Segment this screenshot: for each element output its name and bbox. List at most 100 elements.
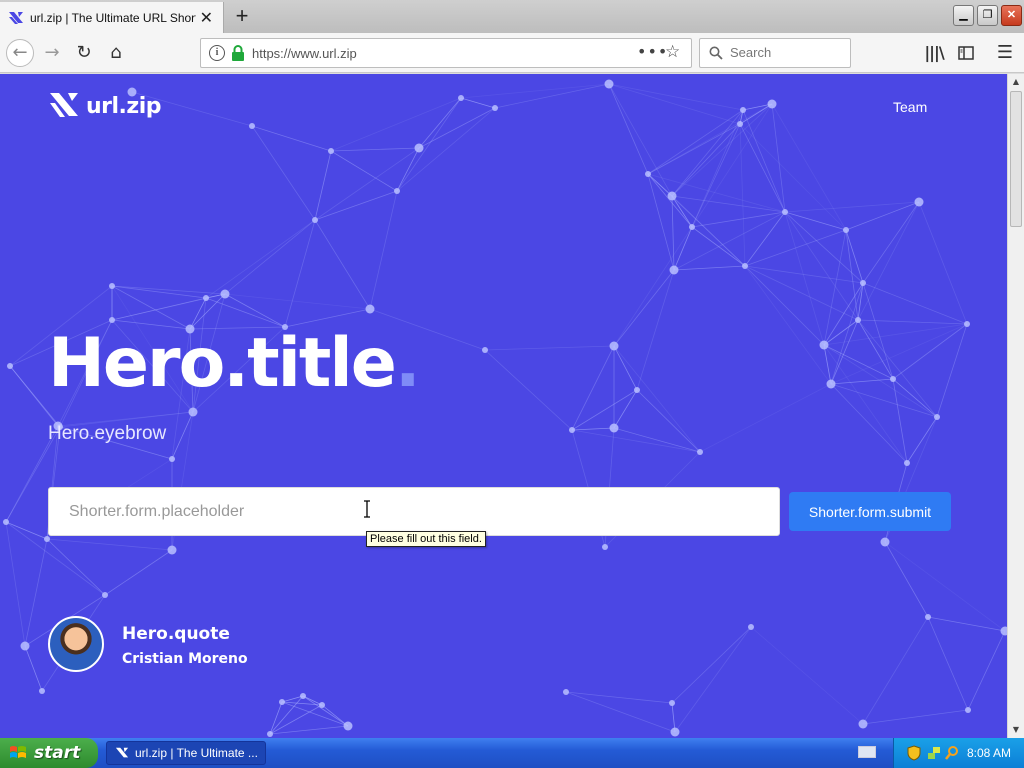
network-node (203, 295, 209, 301)
network-node (7, 363, 13, 369)
network-node (365, 304, 375, 314)
tab-close-icon[interactable]: ✕ (200, 8, 213, 28)
network-line (330, 97, 462, 152)
logo-mark-icon (50, 93, 78, 117)
network-node (880, 537, 890, 547)
network-line (284, 219, 316, 328)
network-line (750, 626, 864, 725)
page-actions-icon[interactable]: ••• (637, 42, 668, 61)
network-node (569, 427, 575, 433)
network-line (571, 427, 615, 431)
text-cursor-icon (364, 500, 370, 518)
browser-title-bar: url.zip | The Ultimate URL Shorten ✕ + ▁… (0, 0, 1024, 33)
hero-eyebrow: Hero.eyebrow (48, 423, 167, 444)
browser-tab[interactable]: url.zip | The Ultimate URL Shorten ✕ (0, 2, 224, 33)
network-icon[interactable] (926, 745, 942, 761)
back-button[interactable]: ← (6, 39, 34, 67)
scroll-thumb[interactable] (1010, 91, 1022, 227)
network-node (689, 224, 695, 230)
network-line (111, 285, 191, 330)
network-node (742, 263, 748, 269)
home-button[interactable]: ⌂ (102, 39, 130, 67)
browser-search-input[interactable] (730, 45, 845, 60)
new-tab-button[interactable]: + (230, 3, 254, 29)
reload-button[interactable]: ↻ (70, 39, 98, 67)
network-line (5, 521, 48, 540)
network-line (671, 103, 773, 197)
network-node (609, 423, 619, 433)
network-line (608, 83, 649, 175)
window-restore-button[interactable]: ❐ (977, 5, 998, 26)
scroll-up-arrow-icon[interactable]: ▲ (1008, 74, 1024, 90)
start-button[interactable]: start (0, 738, 98, 768)
url-zip-task-icon (115, 747, 129, 758)
sidebar-toggle-icon[interactable] (952, 39, 980, 67)
network-node (249, 123, 255, 129)
network-line (823, 344, 938, 418)
network-node (964, 321, 970, 327)
network-node (669, 700, 675, 706)
nav-team-link[interactable]: Team (893, 99, 927, 115)
network-line (613, 345, 638, 391)
network-line (739, 123, 786, 213)
site-logo[interactable]: url.zip (48, 90, 162, 122)
network-node (737, 121, 743, 127)
library-icon[interactable]: |||\ (920, 39, 948, 67)
network-line (673, 226, 693, 271)
network-node (670, 727, 680, 737)
network-line (699, 383, 832, 453)
network-node (819, 340, 829, 350)
network-node (740, 107, 746, 113)
network-line (744, 229, 847, 267)
security-shield-icon[interactable] (906, 745, 922, 761)
network-node (328, 148, 334, 154)
tray-search-icon[interactable] (944, 745, 960, 761)
network-line (823, 344, 832, 385)
network-line (269, 695, 304, 735)
network-node (782, 209, 788, 215)
address-bar[interactable]: i https://www.url.zip ••• ☆ (200, 38, 692, 68)
task-item-label: url.zip | The Ultimate ... (135, 746, 258, 760)
network-line (857, 319, 968, 325)
avatar (48, 616, 104, 672)
shorten-submit-button[interactable]: Shorter.form.submit (789, 492, 951, 531)
network-node (767, 99, 777, 109)
hero-title-dot: . (394, 324, 421, 403)
network-line (251, 125, 316, 221)
validation-tooltip: Please fill out this field. (366, 531, 486, 547)
tab-title: url.zip | The Ultimate URL Shorten (30, 10, 196, 25)
network-line (46, 538, 173, 551)
site-info-icon[interactable]: i (209, 45, 225, 61)
network-line (671, 109, 744, 197)
network-line (418, 97, 462, 149)
network-node (20, 641, 30, 651)
network-line (205, 297, 286, 328)
network-line (927, 616, 1006, 632)
bookmark-star-icon[interactable]: ☆ (665, 42, 680, 62)
network-node (914, 197, 924, 207)
network-line (24, 538, 48, 647)
network-node (890, 376, 896, 382)
network-line (823, 323, 968, 346)
network-node (482, 347, 488, 353)
start-label: start (34, 743, 81, 763)
back-arrow-icon: ← (12, 42, 28, 63)
browser-search-box[interactable] (699, 38, 851, 68)
network-line (784, 201, 920, 213)
window-close-button[interactable]: ✕ (1001, 5, 1022, 26)
url-text[interactable]: https://www.url.zip (252, 46, 357, 61)
scroll-down-arrow-icon[interactable]: ▼ (1008, 722, 1024, 738)
network-line (24, 645, 43, 692)
keyboard-icon[interactable] (858, 746, 876, 758)
url-shorten-input[interactable] (48, 487, 780, 536)
network-line (330, 147, 420, 152)
vertical-scrollbar[interactable]: ▲ ▼ (1007, 74, 1024, 738)
network-line (608, 83, 744, 111)
hamburger-menu-icon[interactable]: ☰ (991, 39, 1019, 67)
network-line (671, 195, 786, 213)
forward-button[interactable]: → (38, 39, 66, 67)
network-node (300, 693, 306, 699)
taskbar-firefox-item[interactable]: url.zip | The Ultimate ... (106, 741, 266, 765)
network-node (904, 460, 910, 466)
window-minimize-button[interactable]: ▁ (953, 5, 974, 26)
